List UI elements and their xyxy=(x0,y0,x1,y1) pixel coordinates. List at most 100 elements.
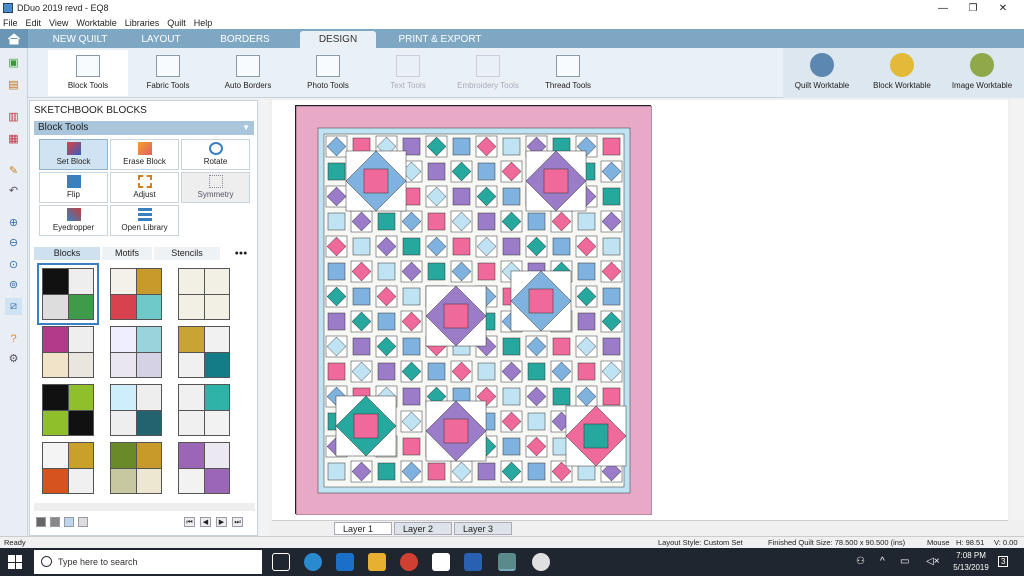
menu-help[interactable]: Help xyxy=(194,18,213,28)
zoom-refresh-icon[interactable]: ⊙ xyxy=(5,256,22,273)
file-explorer-icon[interactable] xyxy=(368,553,386,571)
menu-view[interactable]: View xyxy=(49,18,68,28)
photo-tools-button[interactable]: Photo Tools xyxy=(288,50,368,96)
store-icon[interactable] xyxy=(464,553,482,571)
palette-footer: ⏮ ◀ ▶ ⏭ xyxy=(34,515,255,529)
eq8-app-icon[interactable] xyxy=(498,553,516,571)
fit-to-worktable-icon[interactable]: ⊚ xyxy=(5,276,22,293)
sketchbook-block-thumb[interactable] xyxy=(110,326,162,378)
network-icon[interactable]: ▭ xyxy=(900,556,909,567)
block-tools-button[interactable]: Block Tools xyxy=(48,50,128,96)
tab-layer-1[interactable]: Layer 1 xyxy=(334,522,392,535)
palette-vertical-scrollbar[interactable] xyxy=(260,100,270,536)
maximize-button[interactable]: ❐ xyxy=(958,0,988,16)
sketchbook-block-thumb[interactable] xyxy=(178,268,230,320)
edge-icon[interactable] xyxy=(336,553,354,571)
block-tools-dropdown[interactable]: Block Tools ▼ xyxy=(34,121,254,135)
sketchbook-block-thumb[interactable] xyxy=(110,268,162,320)
sketchbook-block-thumb[interactable] xyxy=(178,326,230,378)
more-options-icon[interactable]: ●●● xyxy=(230,247,252,260)
tab-layout[interactable]: LAYOUT xyxy=(122,31,200,48)
edit-icon[interactable]: ✎ xyxy=(5,162,22,179)
open-project-icon[interactable]: ▤ xyxy=(5,76,22,93)
view-size-xl-icon[interactable] xyxy=(36,517,46,527)
view-size-l-icon[interactable] xyxy=(50,517,60,527)
sketchbook-block-thumb[interactable] xyxy=(37,263,99,325)
menu-file[interactable]: File xyxy=(3,18,18,28)
show-grid-icon[interactable]: ⧄ xyxy=(5,298,22,315)
fabric-tools-button[interactable]: Fabric Tools xyxy=(128,50,208,96)
image-worktable-button[interactable]: Image Worktable xyxy=(947,50,1017,96)
tab-print-export[interactable]: PRINT & EXPORT xyxy=(388,31,492,48)
people-icon[interactable]: ⚇ xyxy=(856,556,865,567)
tab-design[interactable]: DESIGN xyxy=(300,31,376,48)
menu-edit[interactable]: Edit xyxy=(26,18,42,28)
next-page-button[interactable]: ▶ xyxy=(216,517,227,527)
tab-motifs[interactable]: Motifs xyxy=(102,247,152,260)
embroidery-tools-button[interactable]: Embroidery Tools xyxy=(448,50,528,96)
flip-tool[interactable]: Flip xyxy=(39,172,108,203)
minimize-button[interactable]: — xyxy=(928,0,958,16)
view-size-m-icon[interactable] xyxy=(64,517,74,527)
sketchbook-block-thumb[interactable] xyxy=(42,326,94,378)
auto-borders-button[interactable]: Auto Borders xyxy=(208,50,288,96)
erase-block-tool[interactable]: Erase Block xyxy=(110,139,179,170)
first-page-button[interactable]: ⏮ xyxy=(184,517,195,527)
sketchbook-block-thumb[interactable] xyxy=(42,384,94,436)
volume-icon[interactable]: ◁× xyxy=(926,556,940,567)
add-to-project-icon[interactable]: ▣ xyxy=(5,54,22,71)
zoom-in-icon[interactable]: ⊕ xyxy=(5,214,22,231)
zoom-out-icon[interactable]: ⊖ xyxy=(5,234,22,251)
adjust-tool[interactable]: Adjust xyxy=(110,172,179,203)
tab-new-quilt[interactable]: NEW QUILT xyxy=(40,31,120,48)
symmetry-tool[interactable]: Symmetry xyxy=(181,172,250,203)
last-page-button[interactable]: ⏭ xyxy=(232,517,243,527)
tab-borders[interactable]: BORDERS xyxy=(204,31,286,48)
palette-horizontal-scrollbar[interactable] xyxy=(34,503,255,511)
close-button[interactable]: ✕ xyxy=(988,0,1018,16)
mouse-v: V: 0.00 xyxy=(994,538,1018,547)
sketchbook-block-thumb[interactable] xyxy=(178,442,230,494)
sketchbook-block-thumb[interactable] xyxy=(110,384,162,436)
view-sketchbook-icon[interactable]: ▦ xyxy=(5,130,22,147)
windows-start-icon[interactable] xyxy=(8,555,22,569)
tab-stencils[interactable]: Stencils xyxy=(154,247,220,260)
taskbar-search-box[interactable]: Type here to search xyxy=(34,550,262,574)
set-block-tool[interactable]: Set Block xyxy=(39,139,108,170)
block-worktable-button[interactable]: Block Worktable xyxy=(867,50,937,96)
menu-worktable[interactable]: Worktable xyxy=(76,18,116,28)
worktable-vertical-scrollbar[interactable] xyxy=(1010,100,1024,520)
undo-icon[interactable]: ↶ xyxy=(5,182,22,199)
help-icon[interactable]: ? xyxy=(5,330,22,347)
add-to-sketchbook-icon[interactable]: ▥ xyxy=(5,108,22,125)
open-library-tool[interactable]: Open Library xyxy=(110,205,179,236)
settings-gear-icon[interactable]: ⚙ xyxy=(5,350,22,367)
taskbar-clock[interactable]: 7:08 PM 5/13/2019 xyxy=(950,550,992,574)
notification-badge[interactable]: 3 xyxy=(998,556,1009,567)
text-tools-button[interactable]: Text Tools xyxy=(368,50,448,96)
view-size-s-icon[interactable] xyxy=(78,517,88,527)
menu-quilt[interactable]: Quilt xyxy=(167,18,186,28)
quilt-worktable[interactable] xyxy=(272,100,1008,520)
tab-layer-3[interactable]: Layer 3 xyxy=(454,522,512,535)
mail-icon[interactable] xyxy=(432,553,450,571)
task-view-icon[interactable] xyxy=(272,553,290,571)
home-button[interactable] xyxy=(0,29,28,48)
prev-page-button[interactable]: ◀ xyxy=(200,517,211,527)
globe-icon[interactable] xyxy=(304,553,322,571)
tab-layer-2[interactable]: Layer 2 xyxy=(394,522,452,535)
quilt-worktable-button[interactable]: Quilt Worktable xyxy=(787,50,857,96)
sketchbook-block-thumb[interactable] xyxy=(178,384,230,436)
rotate-tool[interactable]: Rotate xyxy=(181,139,250,170)
sketchbook-block-thumb[interactable] xyxy=(42,442,94,494)
menu-libraries[interactable]: Libraries xyxy=(125,18,160,28)
thread-tools-button[interactable]: Thread Tools xyxy=(528,50,608,96)
paint-icon[interactable] xyxy=(532,553,550,571)
tab-blocks[interactable]: Blocks xyxy=(34,247,100,260)
sketchbook-block-thumb[interactable] xyxy=(110,442,162,494)
tray-chevron-icon[interactable]: ^ xyxy=(880,556,885,567)
chrome-icon[interactable] xyxy=(400,553,418,571)
quilt-design[interactable] xyxy=(295,105,653,516)
block-tools-label: Block Tools xyxy=(67,81,109,90)
eyedropper-tool[interactable]: Eyedropper xyxy=(39,205,108,236)
